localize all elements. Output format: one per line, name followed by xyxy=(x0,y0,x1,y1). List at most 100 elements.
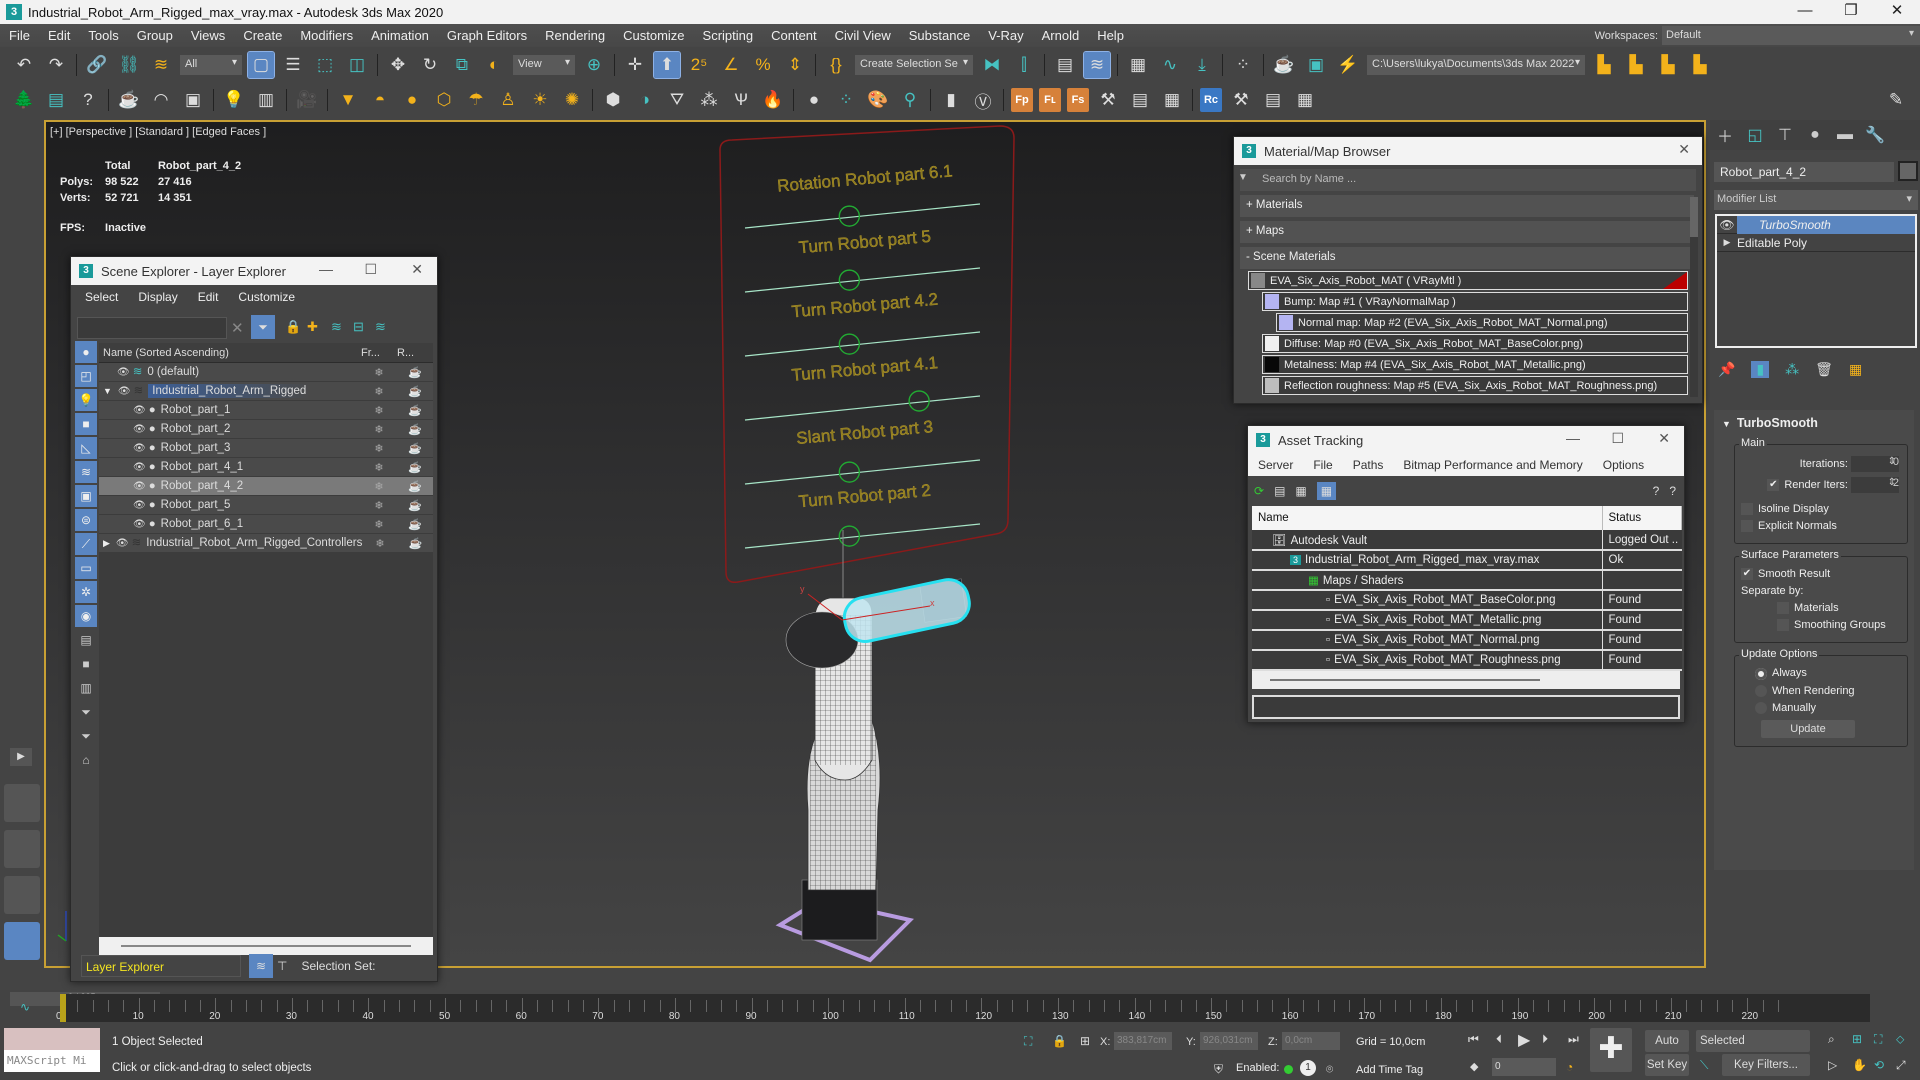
light-lister-icon[interactable]: 💡 xyxy=(221,87,247,113)
curve-editor-toggle-icon[interactable]: ∿ xyxy=(20,1000,30,1014)
display-tab-icon[interactable]: ▬ xyxy=(1830,126,1860,144)
layers-icon[interactable]: ≋ xyxy=(375,319,386,335)
pin-stack-icon[interactable]: 📌 xyxy=(1718,361,1735,378)
project-path-dropdown[interactable]: C:\Users\lukya\Documents\3ds Max 2022 xyxy=(1367,55,1585,75)
menu-create[interactable]: Create xyxy=(234,28,291,43)
menu-help[interactable]: Help xyxy=(1088,28,1133,43)
renderable-icon[interactable]: ☕ xyxy=(397,442,433,455)
asset-row[interactable]: 🗄 Autodesk Vault Logged Out .. xyxy=(1252,530,1682,551)
grid-green-2-icon[interactable]: ▦ xyxy=(1292,87,1318,113)
renderable-icon[interactable]: ☕ xyxy=(397,461,433,474)
scene-explorer-icon[interactable]: ▤ xyxy=(1052,52,1078,78)
scrollbar-thumb[interactable] xyxy=(1270,679,1540,681)
explorer-type-dropdown[interactable]: Layer Explorer xyxy=(81,955,241,977)
key-filters-button[interactable]: Key Filters... xyxy=(1722,1054,1810,1076)
viewport-label[interactable]: [+] [Perspective ] [Standard ] [Edged Fa… xyxy=(50,126,266,138)
placement-icon[interactable]: ◐ xyxy=(481,52,507,78)
scene-trees-icon[interactable]: 🌲 xyxy=(11,87,37,113)
map-item[interactable]: Normal map: Map #2 (EVA_Six_Axis_Robot_M… xyxy=(1276,313,1688,332)
material-editor-icon[interactable]: ⁘ xyxy=(1230,52,1256,78)
scrollbar-thumb[interactable] xyxy=(1690,197,1698,237)
render-iters-spinner[interactable]: 2 xyxy=(1851,477,1899,493)
curve-editor-icon[interactable]: ∿ xyxy=(1157,52,1183,78)
adaptive-degradation-icon[interactable]: ⛨ xyxy=(1214,1062,1223,1077)
lod-script-icon[interactable]: Fʟ xyxy=(1039,88,1061,112)
restore-button[interactable]: ❐ xyxy=(1828,0,1874,24)
modifier-list-dropdown[interactable]: Modifier List xyxy=(1714,190,1918,210)
project-structure-icon[interactable]: ▙ xyxy=(1687,52,1713,78)
group-maps[interactable]: + Maps xyxy=(1240,221,1694,243)
menu-animation[interactable]: Animation xyxy=(362,28,438,43)
asset-row[interactable]: ▫ EVA_Six_Axis_Robot_MAT_BaseColor.png Fou… xyxy=(1252,590,1682,611)
hierarchy-tab-icon[interactable]: ⊤ xyxy=(1770,125,1800,145)
x-coordinate-field[interactable]: 383,817cm xyxy=(1114,1032,1172,1050)
vray-proxy-icon[interactable]: ⬢ xyxy=(600,87,626,113)
visibility-eye-icon[interactable]: 👁 xyxy=(133,424,146,435)
rig-slider-track[interactable] xyxy=(744,523,981,549)
goto-start-icon[interactable]: ⏮ xyxy=(1468,1032,1479,1047)
bind-spacewarp-icon[interactable]: ≋ xyxy=(148,52,174,78)
smoothing-groups-checkbox[interactable] xyxy=(1777,619,1789,632)
expand-icon[interactable]: ▶ xyxy=(103,538,110,548)
sphere-light-icon[interactable]: ● xyxy=(399,87,425,113)
freeze-icon[interactable]: ❄ xyxy=(361,499,397,512)
minimize-icon[interactable]: — xyxy=(319,261,333,277)
hierarchy-icon[interactable]: ⊟ xyxy=(353,319,364,335)
project-settings-icon[interactable]: ▙ xyxy=(1591,52,1617,78)
hierarchy-mode-icon[interactable]: ⊤ xyxy=(277,959,287,973)
current-frame-marker[interactable] xyxy=(60,994,66,1022)
isoline-display-checkbox[interactable] xyxy=(1741,503,1753,516)
update-when-rendering-radio[interactable] xyxy=(1755,684,1767,697)
pan-icon[interactable]: ✋ xyxy=(1852,1058,1867,1072)
z-coordinate-field[interactable]: 0,0cm xyxy=(1282,1032,1340,1050)
update-always-radio[interactable] xyxy=(1755,667,1767,680)
y-coordinate-field[interactable]: 926,031cm xyxy=(1200,1032,1258,1050)
add-to-layer-icon[interactable]: ≋ xyxy=(331,319,342,335)
visibility-eye-icon[interactable]: 👁 xyxy=(133,405,146,416)
rig-slider-track[interactable] xyxy=(744,395,981,421)
container-icon[interactable]: ⌂ xyxy=(75,749,97,771)
orbit-icon[interactable]: ⟲ xyxy=(1874,1058,1884,1072)
maximize-icon[interactable]: ☐ xyxy=(364,261,377,278)
renderable-icon[interactable]: ☕ xyxy=(398,537,433,550)
rig-slider-track[interactable] xyxy=(744,203,981,229)
absolute-mode-icon[interactable]: ⊞ xyxy=(1080,1034,1090,1048)
materials-checkbox[interactable] xyxy=(1777,602,1789,615)
zoom-extents-icon[interactable]: ⛶ xyxy=(1874,1032,1882,1047)
material-item[interactable]: EVA_Six_Axis_Robot_MAT ( VRayMtl ) xyxy=(1248,271,1688,290)
filter-toggle-icon[interactable]: ⏷ xyxy=(75,725,97,747)
collapse-icon[interactable]: ▼ xyxy=(103,386,112,396)
at-menu-server[interactable]: Server xyxy=(1248,458,1303,472)
map-item[interactable]: Bump: Map #1 ( VRayNormalMap ) xyxy=(1262,292,1688,311)
angle-snap-icon[interactable]: ∠ xyxy=(718,52,744,78)
material-palette-icon[interactable]: 🎨 xyxy=(865,87,891,113)
rig-slider-track[interactable] xyxy=(744,267,981,293)
vertical-scrollbar[interactable] xyxy=(1690,197,1698,397)
workspaces-dropdown[interactable]: Default xyxy=(1662,26,1920,45)
unlink-icon[interactable]: ⛓ xyxy=(116,52,142,78)
renderable-icon[interactable]: ☕ xyxy=(397,404,433,417)
menu-tools[interactable]: Tools xyxy=(79,28,127,43)
layer-number-icon[interactable]: 1 xyxy=(1300,1060,1316,1076)
selection-lock-icon[interactable]: 🔒 xyxy=(1052,1034,1067,1048)
window-crossing-icon[interactable]: ◫ xyxy=(344,52,370,78)
tree-row[interactable]: 👁 ● Robot_part_2 ❄ ☕ xyxy=(99,420,433,439)
project-tree-icon[interactable]: ▙ xyxy=(1655,52,1681,78)
menu-civil-view[interactable]: Civil View xyxy=(826,28,900,43)
dome-light-icon[interactable]: ◓ xyxy=(367,87,393,113)
group-materials[interactable]: + Materials xyxy=(1240,195,1694,217)
group-scene-materials[interactable]: - Scene Materials xyxy=(1240,247,1694,269)
visibility-eye-icon[interactable]: 👁 xyxy=(133,443,146,454)
se-menu-edit[interactable]: Edit xyxy=(188,290,229,304)
select-manipulate-icon[interactable]: ✛ xyxy=(622,52,648,78)
menu-graph-editors[interactable]: Graph Editors xyxy=(438,28,536,43)
goto-end-icon[interactable]: ⏭ xyxy=(1568,1032,1579,1047)
menu-group[interactable]: Group xyxy=(128,28,182,43)
freeze-icon[interactable]: ❄ xyxy=(361,404,397,417)
layer-explorer-icon[interactable]: ≋ xyxy=(1083,51,1111,79)
column-render[interactable]: R... xyxy=(397,347,433,359)
vray-logo-icon[interactable]: Ⓥ xyxy=(970,87,996,113)
tree-row[interactable]: 👁 ● Robot_part_6_1 ❄ ☕ xyxy=(99,515,433,534)
visibility-eye-icon[interactable]: 👁 xyxy=(118,386,131,397)
asset-tracking-titlebar[interactable]: 3 Asset Tracking — ☐ ✕ xyxy=(1248,426,1684,454)
